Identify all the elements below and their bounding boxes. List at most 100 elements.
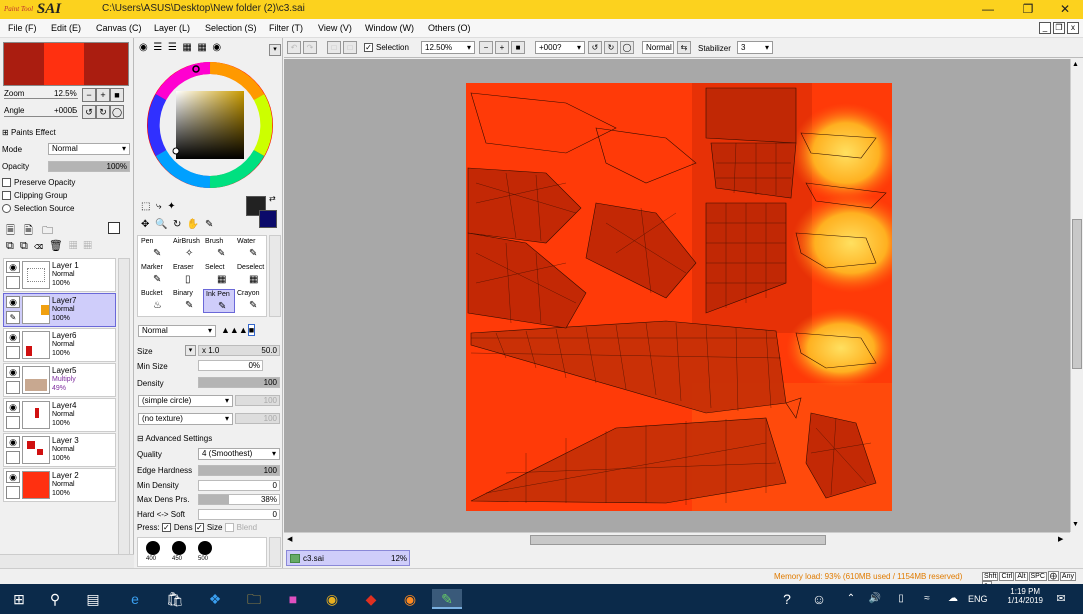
- rotate-left-icon[interactable]: ↺: [588, 41, 602, 54]
- tool-bucket[interactable]: Bucket ♨: [139, 289, 171, 313]
- angle-value[interactable]: +000Б: [54, 106, 77, 115]
- angle-select[interactable]: +000? ▾: [535, 41, 585, 54]
- firefox-icon[interactable]: ◉: [399, 589, 421, 609]
- menu-view[interactable]: View (V): [318, 23, 352, 33]
- color-wheel[interactable]: [145, 60, 275, 190]
- vertical-scroll-thumb[interactable]: [1072, 219, 1082, 369]
- magic-wand-icon[interactable]: ✦: [167, 201, 175, 212]
- wifi-icon[interactable]: ≈: [916, 589, 938, 609]
- tool-ink-pen[interactable]: Ink Pen ✎: [203, 289, 235, 313]
- visibility-eye-icon[interactable]: ◉: [6, 436, 20, 448]
- visibility-eye-icon[interactable]: ◉: [6, 366, 20, 378]
- preset-dot[interactable]: [172, 541, 186, 555]
- merge-layer-icon[interactable]: ⧉: [20, 240, 28, 252]
- people-icon[interactable]: ☺: [808, 589, 830, 609]
- zoom-select[interactable]: 12.50% ▾: [421, 41, 475, 54]
- advanced-settings-header[interactable]: ⊟ Advanced Settings: [137, 434, 212, 443]
- tool-binary[interactable]: Binary ✎: [171, 289, 203, 313]
- layer-item[interactable]: ◉ Layer 2 Normal 100%: [3, 468, 116, 502]
- scratchpad-tab-icon[interactable]: ▦: [197, 42, 206, 53]
- chrome-icon[interactable]: ◉: [321, 589, 343, 609]
- preserve-opacity-checkbox[interactable]: Preserve Opacity: [2, 178, 75, 188]
- layer-item[interactable]: ◉ Layer4 Normal 100%: [3, 398, 116, 432]
- help-icon[interactable]: ?: [776, 589, 798, 609]
- tool-brush[interactable]: Brush ✎: [203, 237, 235, 261]
- paint-tool-sai-taskbar-icon[interactable]: ✎: [432, 589, 462, 609]
- horizontal-scrollbar[interactable]: ◀ ▶: [284, 532, 1070, 546]
- visibility-eye-icon[interactable]: ◉: [6, 471, 20, 483]
- press-size-checkbox[interactable]: ✓ Size: [194, 523, 222, 533]
- min-density-slider[interactable]: 0: [198, 480, 280, 491]
- file-explorer-icon[interactable]: 🗀: [243, 589, 265, 609]
- move-icon[interactable]: ✥: [141, 219, 149, 230]
- app-icon[interactable]: ■: [282, 589, 304, 609]
- rotate-right-icon[interactable]: ↻: [604, 41, 618, 54]
- menu-canvas[interactable]: Canvas (C): [96, 23, 142, 33]
- visibility-eye-icon[interactable]: ◉: [6, 401, 20, 413]
- minimize-button[interactable]: —: [970, 0, 1006, 19]
- maximize-button[interactable]: ❐: [1010, 0, 1046, 19]
- press-dens-checkbox[interactable]: ✓ Dens: [161, 523, 193, 533]
- volume-icon[interactable]: 🔊: [864, 589, 886, 609]
- press-blend-checkbox[interactable]: Blend: [224, 523, 257, 533]
- layer-item[interactable]: ◉ ✎ Layer7 Normal 100%: [3, 293, 116, 327]
- rgb-slider-tab-icon[interactable]: ☰: [153, 42, 162, 53]
- task-view-icon[interactable]: ▤: [82, 589, 104, 609]
- layer-list-scrollbar[interactable]: [118, 258, 130, 558]
- blend-mode-select[interactable]: Normal ▾: [138, 325, 216, 337]
- chevron-down-icon[interactable]: ▾: [269, 44, 281, 56]
- clear-layer-icon[interactable]: ⌫: [34, 240, 43, 252]
- zoom-reset-icon[interactable]: ■: [110, 88, 124, 102]
- new-layer-icon[interactable]: 🗏: [6, 225, 15, 237]
- zoom-icon[interactable]: 🔍: [155, 219, 167, 230]
- windows-start-icon[interactable]: ⊞: [8, 589, 30, 609]
- artwork-canvas[interactable]: [466, 83, 892, 511]
- brush-shape-select[interactable]: (simple circle) ▾: [138, 395, 233, 407]
- new-folder-icon[interactable]: 🗀: [42, 225, 53, 237]
- zoom-value[interactable]: 12.5%: [54, 89, 77, 98]
- size-slider[interactable]: x 1.0 50.0: [198, 345, 280, 356]
- merge-visible-icon[interactable]: ▦: [84, 240, 92, 252]
- layer-panel-toggle-icon[interactable]: [108, 222, 120, 234]
- edge-hardness-slider[interactable]: 100: [198, 465, 280, 476]
- swatches-tab-icon[interactable]: ▦: [182, 42, 191, 53]
- mdi-restore-button[interactable]: ❐: [1053, 22, 1065, 34]
- paints-effect-header[interactable]: ⊞ Paints Effect: [2, 128, 56, 137]
- chevron-down-icon[interactable]: ▾: [185, 345, 196, 356]
- visibility-eye-icon[interactable]: ◉: [6, 261, 20, 273]
- max-dens-prs-slider[interactable]: 38%: [198, 494, 280, 505]
- opacity-slider[interactable]: 100%: [48, 161, 130, 172]
- rotate-right-icon[interactable]: ↻: [96, 105, 110, 119]
- copy-layer-icon[interactable]: ⧉: [6, 240, 14, 252]
- brush-texture-select[interactable]: (no texture) ▾: [138, 413, 233, 425]
- scroll-up-icon[interactable]: ▲: [1072, 61, 1079, 68]
- notifications-icon[interactable]: ✉: [1050, 589, 1072, 609]
- scroll-right-icon[interactable]: ▶: [1058, 535, 1063, 543]
- pen-icon[interactable]: ✎: [6, 311, 20, 324]
- swap-color-icon[interactable]: ⇄: [269, 194, 276, 203]
- layer-item[interactable]: ◉ Layer6 Normal 100%: [3, 328, 116, 362]
- menu-edit[interactable]: Edit (E): [51, 23, 81, 33]
- preset-dot[interactable]: [146, 541, 160, 555]
- store-icon[interactable]: 🛍: [164, 589, 186, 609]
- search-icon[interactable]: ⚲: [44, 589, 66, 609]
- clock[interactable]: 1:19 PM 1/14/2019: [1007, 587, 1043, 605]
- undo-icon[interactable]: ↶: [287, 41, 301, 54]
- menu-file[interactable]: File (F): [8, 23, 37, 33]
- view-mode-select[interactable]: Normal: [642, 41, 674, 54]
- preset-dot[interactable]: [198, 541, 212, 555]
- scroll-down-icon[interactable]: ▼: [1072, 521, 1079, 528]
- tool-crayon[interactable]: Crayon ✎: [235, 289, 267, 313]
- quality-select[interactable]: 4 (Smoothest) ▾: [198, 448, 280, 460]
- zoom-in-icon[interactable]: +: [495, 41, 509, 54]
- cloud-icon[interactable]: ☁: [942, 589, 964, 609]
- tool-airbrush[interactable]: AirBrush ✧: [171, 237, 203, 261]
- tool-select[interactable]: Select ▦: [203, 263, 235, 287]
- tool-marker[interactable]: Marker ✎: [139, 263, 171, 287]
- rotate-left-icon[interactable]: ↺: [82, 105, 96, 119]
- mdi-minimize-button[interactable]: _: [1039, 22, 1051, 34]
- deselect-icon[interactable]: □: [327, 41, 341, 54]
- mdi-close-button[interactable]: x: [1067, 22, 1079, 34]
- hsv-slider-tab-icon[interactable]: ☰: [168, 42, 177, 53]
- brush-shape-strength[interactable]: 100: [235, 395, 280, 406]
